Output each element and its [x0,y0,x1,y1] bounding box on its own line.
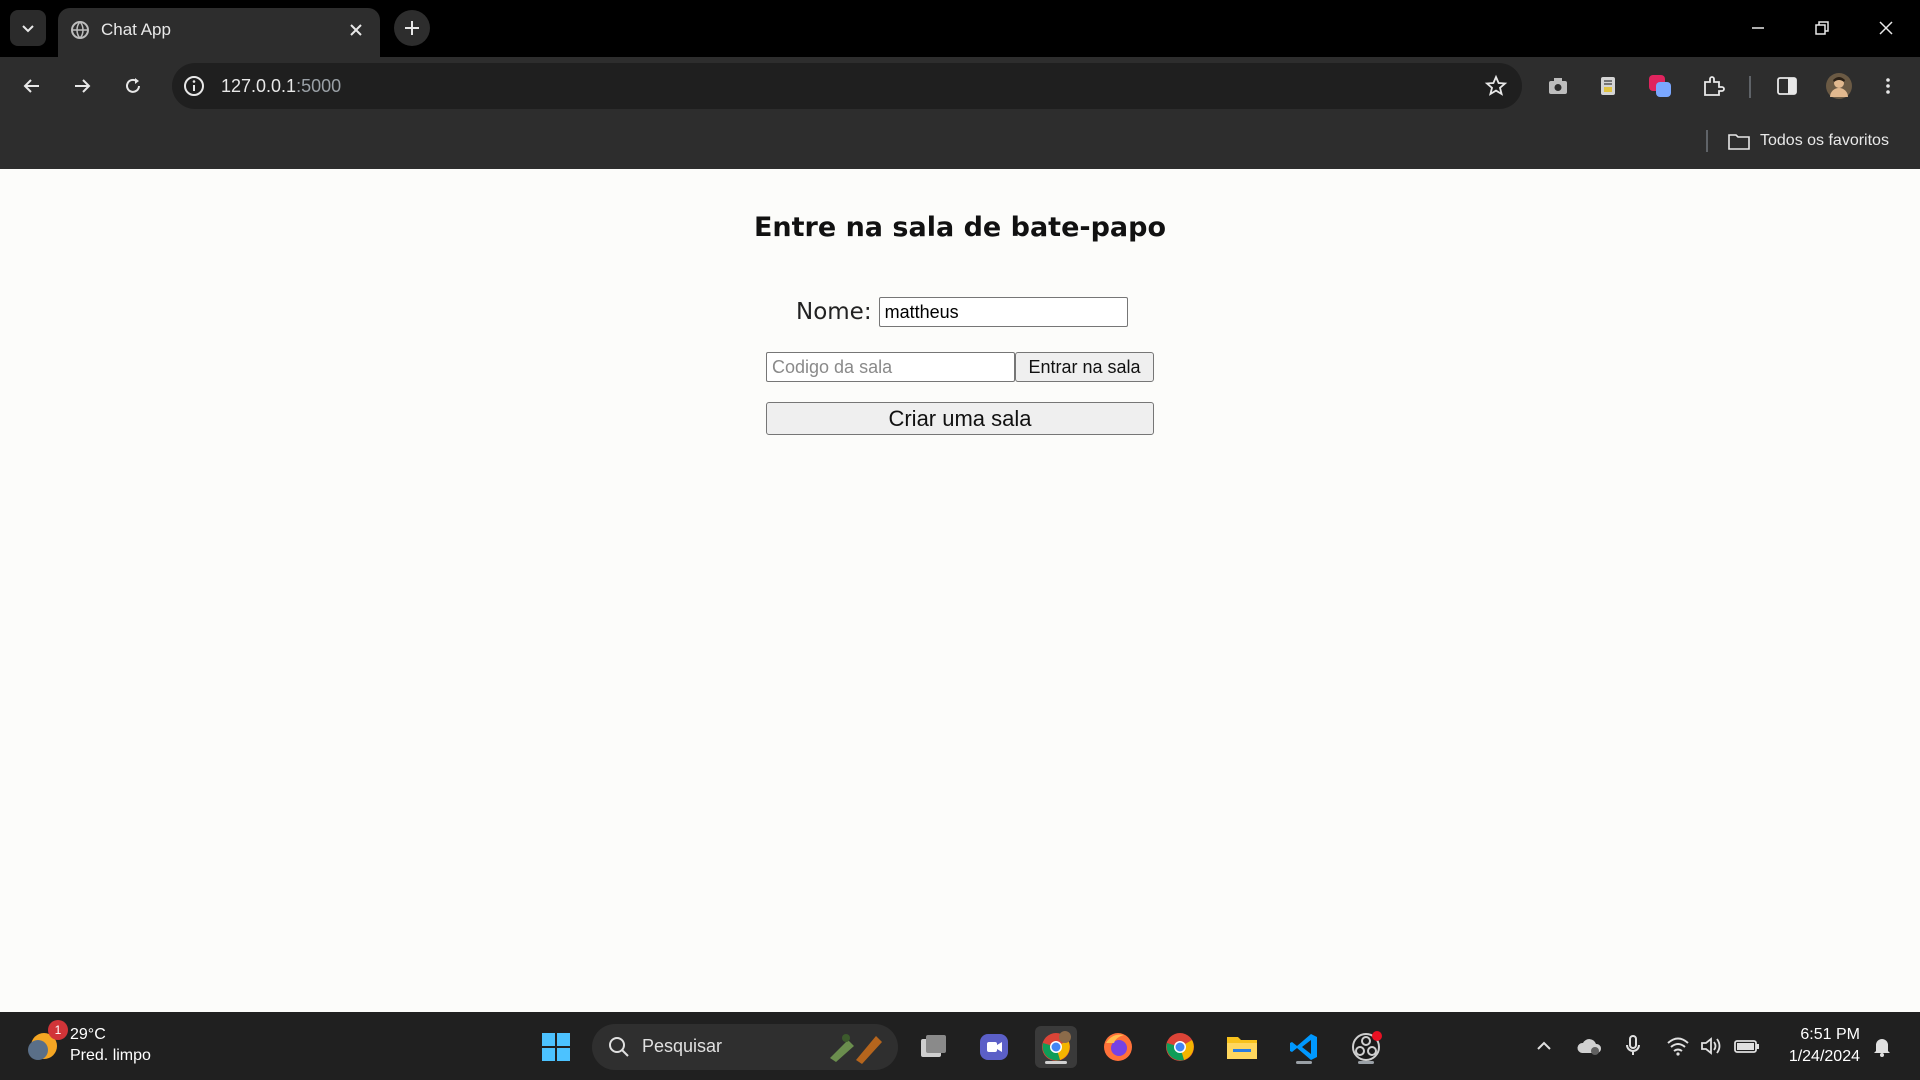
create-room-button[interactable]: Criar uma sala [766,402,1154,435]
active-indicator [1045,1061,1067,1064]
restore-icon [1815,21,1829,35]
room-code-input[interactable] [766,352,1015,382]
weather-icon: 1 [24,1020,68,1064]
task-view-button[interactable] [912,1026,954,1068]
chrome-profile-taskbar-button[interactable] [1035,1026,1077,1068]
puzzle-extensions-icon[interactable] [1696,69,1730,103]
tab-search-button[interactable] [10,10,46,46]
info-icon[interactable] [182,74,206,98]
bookmarks-bar: Todos os favoritos [0,114,1920,169]
new-tab-button[interactable] [394,10,430,46]
all-bookmarks-button[interactable]: Todos os favoritos [1728,128,1889,154]
search-icon [609,1037,629,1057]
wifi-icon[interactable] [1664,1032,1692,1060]
microphone-icon[interactable] [1619,1032,1647,1060]
url-text: 127.0.0.1:5000 [221,76,342,96]
plus-icon [405,21,419,35]
search-highlight-icon [830,1034,882,1064]
obs-button[interactable] [1345,1026,1387,1068]
tab-close-button[interactable] [344,18,368,42]
battery-icon[interactable] [1733,1032,1761,1060]
reload-icon [126,78,140,93]
onedrive-icon[interactable] [1575,1032,1603,1060]
clock-time: 6:51 PM [1800,1026,1860,1043]
browser-toolbar: 127.0.0.1:5000 [0,57,1920,114]
firefox-button[interactable] [1097,1026,1139,1068]
restore-button[interactable] [1798,8,1846,48]
taskbar-search-label: Pesquisar [642,1036,723,1056]
chrome-icon [1166,1033,1194,1061]
camera-extension-icon[interactable] [1541,69,1575,103]
profile-avatar[interactable] [1822,69,1856,103]
menu-icon[interactable] [1871,69,1905,103]
clock-date: 1/24/2024 [1788,1048,1860,1065]
windows-icon [542,1033,570,1061]
chevron-up-icon [1537,1041,1551,1050]
active-indicator [1296,1061,1312,1064]
all-bookmarks-label: Todos os favoritos [1760,132,1889,149]
tab-strip: Chat App [0,0,1920,57]
tab-title: Chat App [101,20,171,39]
tab-chat-app[interactable]: Chat App [58,8,380,57]
start-button[interactable] [535,1026,577,1068]
minimize-button[interactable] [1734,8,1782,48]
weather-temp: 29°C [70,1026,106,1043]
taskbar: 1 29°C Pred. limpo Pesquisar 6:51 PM 1/2… [0,1012,1920,1080]
firefox-icon [1104,1033,1132,1061]
notifications-icon[interactable] [1868,1032,1896,1060]
active-indicator [1358,1061,1374,1064]
vscode-button[interactable] [1283,1026,1325,1068]
name-row: Nome: [796,297,1128,327]
chrome-profile-icon [1042,1031,1071,1061]
colorful-extension-icon[interactable] [1643,69,1677,103]
address-bar[interactable]: 127.0.0.1:5000 [172,63,1522,109]
forward-button[interactable] [65,69,99,103]
file-explorer-button[interactable] [1221,1026,1263,1068]
task-view-icon [921,1035,946,1057]
weather-badge: 1 [48,1020,68,1040]
obs-icon [1352,1031,1382,1061]
clock[interactable]: 6:51 PM 1/24/2024 [1778,1024,1860,1068]
vscode-icon [1290,1034,1317,1060]
back-button[interactable] [15,69,49,103]
teams-chat-icon [980,1034,1008,1060]
teams-chat-button[interactable] [973,1026,1015,1068]
show-hidden-icons-button[interactable] [1530,1032,1558,1060]
chrome-button[interactable] [1159,1026,1201,1068]
page-title: Entre na sala de bate-papo [753,212,1167,243]
side-panel-icon[interactable] [1770,69,1804,103]
reload-button[interactable] [116,69,150,103]
folder-icon [1728,134,1750,150]
arrow-left-icon [23,79,39,93]
folder-icon [1227,1037,1257,1059]
star-icon[interactable] [1484,74,1508,98]
weather-widget[interactable]: 1 29°C Pred. limpo [24,1020,151,1066]
arrow-right-icon [75,79,91,93]
join-room-button[interactable]: Entrar na sala [1015,352,1154,382]
bookmarks-divider [1706,130,1708,152]
document-extension-icon[interactable] [1591,69,1625,103]
toolbar-divider [1749,76,1751,98]
close-icon [1879,21,1893,35]
name-input[interactable] [878,297,1128,327]
name-label: Nome: [796,299,872,325]
chevron-down-icon [22,25,34,33]
minimize-icon [1752,27,1764,29]
globe-icon [71,21,89,39]
taskbar-search[interactable]: Pesquisar [592,1024,898,1070]
page-content: Entre na sala de bate-papo Nome: Entrar … [0,169,1920,1012]
close-icon [350,24,362,36]
window-close-button[interactable] [1862,8,1910,48]
weather-desc: Pred. limpo [70,1047,151,1064]
volume-icon[interactable] [1698,1032,1726,1060]
